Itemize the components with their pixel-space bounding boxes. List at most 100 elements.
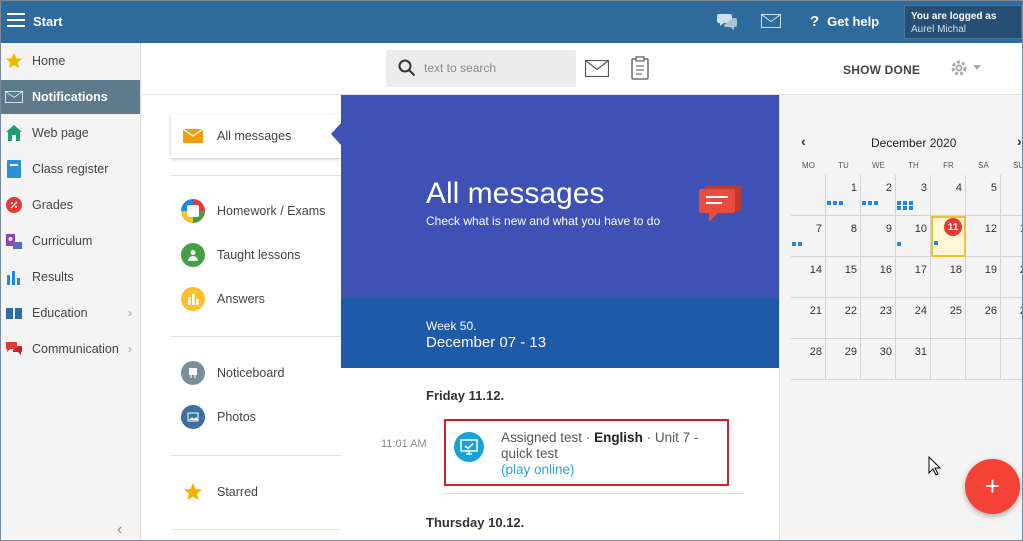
calendar-day[interactable]: 12 bbox=[966, 216, 1001, 257]
message-card[interactable]: Assigned test · English · Unit 7 - quick… bbox=[444, 419, 729, 486]
sidebar-item-notifications[interactable]: Notifications bbox=[1, 80, 140, 114]
user-box[interactable]: You are logged as Aurel Michal bbox=[904, 5, 1022, 39]
page-title: All messages bbox=[426, 177, 605, 210]
calendar-day[interactable]: 29 bbox=[826, 339, 861, 380]
calendar-day[interactable]: 1 bbox=[826, 175, 861, 216]
get-help-button[interactable]: ? Get help bbox=[810, 13, 879, 30]
education-icon bbox=[5, 304, 23, 322]
envelope-icon bbox=[181, 124, 205, 148]
calendar-day[interactable]: 8 bbox=[826, 216, 861, 257]
plus-icon: + bbox=[984, 471, 1001, 501]
show-done-button[interactable]: SHOW DONE bbox=[843, 63, 920, 77]
filter-label: Answers bbox=[217, 292, 265, 306]
weekday-label: SU bbox=[1012, 161, 1023, 170]
top-bar: Start ? Get help You are logged as Aurel … bbox=[1, 1, 1022, 43]
calendar-day[interactable]: 18 bbox=[931, 257, 966, 298]
calendar-day[interactable]: 2 bbox=[861, 175, 896, 216]
event-markers bbox=[934, 241, 938, 245]
calendar-day[interactable]: 25 bbox=[931, 298, 966, 339]
photo-icon bbox=[181, 405, 205, 429]
calendar-day[interactable]: 13 bbox=[1001, 216, 1022, 257]
calendar-day-number: 19 bbox=[984, 264, 997, 276]
calendar-day[interactable]: 7 bbox=[791, 216, 826, 257]
calendar-day[interactable]: 11 bbox=[931, 216, 966, 257]
calendar-day[interactable]: 10 bbox=[896, 216, 931, 257]
add-button[interactable]: + bbox=[965, 459, 1020, 514]
filter-homework-exams[interactable]: Homework / Exams bbox=[171, 189, 341, 233]
calendar-day[interactable]: 3 bbox=[896, 175, 931, 216]
chat-icon[interactable] bbox=[717, 12, 737, 33]
sidebar-item-home[interactable]: Home bbox=[1, 44, 140, 78]
noticeboard-icon bbox=[181, 361, 205, 385]
sidebar-item-web-page[interactable]: Web page bbox=[1, 116, 140, 150]
hero-banner: All messages Check what is new and what … bbox=[341, 95, 779, 298]
filter-all-messages[interactable]: All messages bbox=[171, 114, 341, 158]
collapse-sidebar-icon[interactable]: ‹ bbox=[117, 521, 122, 539]
compose-mail-icon[interactable] bbox=[584, 59, 610, 80]
calendar-day[interactable]: 28 bbox=[791, 339, 826, 380]
sidebar-item-class-register[interactable]: Class register bbox=[1, 152, 140, 186]
calendar-day-number: 7 bbox=[815, 223, 822, 235]
filter-answers[interactable]: Answers bbox=[171, 277, 341, 321]
person-icon bbox=[181, 243, 205, 267]
sidebar-item-curriculum[interactable]: Curriculum bbox=[1, 224, 140, 258]
mail-icon[interactable] bbox=[761, 14, 781, 31]
calendar-day[interactable]: 9 bbox=[861, 216, 896, 257]
sidebar-item-results[interactable]: Results bbox=[1, 260, 140, 294]
calendar-day[interactable]: 17 bbox=[896, 257, 931, 298]
calendar-day[interactable]: 30 bbox=[861, 339, 896, 380]
sidebar-item-label: Education bbox=[32, 306, 88, 320]
gear-icon[interactable] bbox=[950, 59, 968, 80]
sidebar-item-education[interactable]: Education › bbox=[1, 296, 140, 330]
weekday-label: SA bbox=[978, 161, 989, 170]
calendar-day[interactable]: 4 bbox=[931, 175, 966, 216]
event-markers bbox=[897, 242, 901, 246]
calendar-day[interactable]: 6 bbox=[1001, 175, 1022, 216]
filter-noticeboard[interactable]: Noticeboard bbox=[171, 351, 341, 395]
clipboard-icon[interactable] bbox=[631, 56, 649, 83]
homework-icon bbox=[181, 199, 205, 223]
previous-month-button[interactable]: ‹ bbox=[801, 133, 806, 149]
filter-starred[interactable]: Starred bbox=[171, 470, 341, 514]
chevron-right-icon: › bbox=[128, 342, 132, 356]
calendar-day[interactable]: 26 bbox=[966, 298, 1001, 339]
search-input[interactable] bbox=[424, 59, 569, 77]
week-range: December 07 - 13 bbox=[426, 334, 547, 351]
calendar-day-number: 8 bbox=[850, 223, 857, 235]
filter-label: All messages bbox=[217, 129, 292, 143]
event-markers bbox=[897, 206, 913, 210]
next-month-button[interactable]: › bbox=[1017, 133, 1022, 149]
chevron-right-icon: › bbox=[128, 306, 132, 320]
calendar-day-number: 14 bbox=[809, 264, 822, 276]
sidebar-item-grades[interactable]: Grades bbox=[1, 188, 140, 222]
calendar-day[interactable]: 20 bbox=[1001, 257, 1022, 298]
calendar-day[interactable]: 21 bbox=[791, 298, 826, 339]
calendar-day[interactable]: 19 bbox=[966, 257, 1001, 298]
filter-label: Noticeboard bbox=[217, 366, 285, 380]
start-label[interactable]: Start bbox=[33, 14, 63, 29]
calendar-day[interactable]: 14 bbox=[791, 257, 826, 298]
calendar-day[interactable]: 16 bbox=[861, 257, 896, 298]
calendar-day[interactable]: 24 bbox=[896, 298, 931, 339]
calendar-day[interactable]: 15 bbox=[826, 257, 861, 298]
filter-photos[interactable]: Photos bbox=[171, 395, 341, 439]
book-icon bbox=[5, 160, 23, 178]
sidebar-item-communication[interactable]: Communication › bbox=[1, 332, 140, 366]
play-online-link[interactable]: (play online) bbox=[501, 462, 575, 477]
search-box[interactable] bbox=[386, 50, 576, 87]
calendar-day[interactable]: 5 bbox=[966, 175, 1001, 216]
calendar-day[interactable]: 23 bbox=[861, 298, 896, 339]
calendar-day[interactable]: 22 bbox=[826, 298, 861, 339]
sidebar-item-label: Notifications bbox=[32, 90, 108, 104]
divider bbox=[171, 175, 341, 176]
hamburger-menu-icon[interactable] bbox=[7, 13, 25, 29]
filter-label: Taught lessons bbox=[217, 248, 301, 262]
calendar-day[interactable]: 27 bbox=[1001, 298, 1022, 339]
chevron-down-icon[interactable] bbox=[973, 65, 981, 70]
filter-taught-lessons[interactable]: Taught lessons bbox=[171, 233, 341, 277]
chart-icon bbox=[5, 268, 23, 286]
calendar-empty-cell bbox=[1001, 339, 1022, 380]
calendar-day-number: 25 bbox=[949, 305, 962, 317]
app-window: Start ? Get help You are logged as Aurel … bbox=[0, 0, 1023, 541]
calendar-day[interactable]: 31 bbox=[896, 339, 931, 380]
